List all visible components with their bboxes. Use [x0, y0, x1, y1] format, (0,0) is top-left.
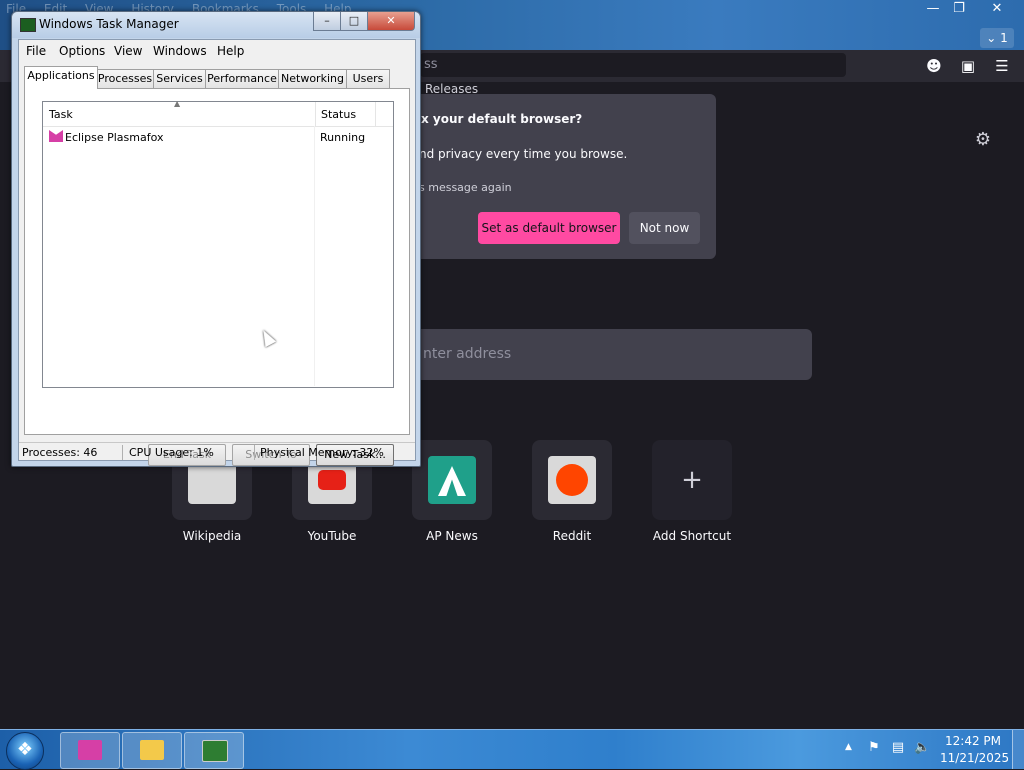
maximize-button[interactable]: □: [340, 12, 368, 31]
minimize-button[interactable]: –: [313, 12, 341, 31]
task-manager-window: Windows Task Manager – □ ✕ File Options …: [11, 11, 421, 467]
minimize-icon: –: [324, 14, 330, 27]
status-processes: Processes: 46: [22, 446, 98, 459]
task-manager-icon: [202, 740, 228, 762]
tab-count: 1: [1000, 31, 1008, 45]
shortcut-label: YouTube: [307, 529, 357, 543]
status-memory: Physical Memory: 32%: [260, 446, 384, 459]
task-manager-icon: [20, 18, 36, 32]
shortcut-reddit[interactable]: Reddit: [532, 440, 612, 543]
taskbar: ❖ ▲ ⚑ ▤ 🔈 12:42 PM 11/21/2025: [0, 729, 1024, 770]
volume-muted-icon[interactable]: 🔈: [914, 740, 930, 756]
column-header-status[interactable]: Status: [315, 102, 381, 126]
applications-panel: ▲ Task Status Eclipse Plasmafox Running …: [24, 88, 410, 466]
tab-list-button[interactable]: ⌄ 1: [980, 28, 1014, 48]
menu-file[interactable]: File: [26, 44, 46, 58]
shortcut-add[interactable]: + Add Shortcut: [652, 440, 732, 543]
close-icon: ✕: [386, 14, 396, 27]
browser-minimize-button[interactable]: —: [920, 0, 946, 18]
search-placeholder: nter address: [423, 346, 512, 362]
column-divider: [314, 126, 315, 386]
plasmafox-icon: [49, 130, 63, 142]
shortcut-label: Reddit: [552, 529, 592, 543]
plus-icon: +: [681, 465, 703, 495]
windows-logo-icon: ❖: [16, 739, 34, 760]
menu-windows[interactable]: Windows: [153, 44, 207, 58]
shortcut-ap-news[interactable]: AP News: [412, 440, 492, 543]
search-input[interactable]: nter address: [415, 329, 812, 380]
task-name: Eclipse Plasmafox: [65, 131, 164, 144]
menu-view[interactable]: View: [114, 44, 142, 58]
browser-restore-button[interactable]: ❐: [946, 0, 972, 18]
network-icon[interactable]: ▤: [890, 740, 906, 756]
menu-options[interactable]: Options: [59, 44, 105, 58]
prompt-checkbox-label[interactable]: s message again: [419, 181, 512, 194]
status-cpu: CPU Usage: 1%: [129, 446, 214, 459]
not-now-button[interactable]: Not now: [629, 212, 700, 244]
status-separator: [122, 445, 123, 460]
account-icon[interactable]: ☻: [923, 55, 945, 77]
tab-users[interactable]: Users: [346, 69, 390, 88]
task-manager-client: File Options View Windows Help Applicati…: [18, 39, 416, 466]
column-divider: [375, 102, 376, 126]
tab-applications[interactable]: Applications: [24, 66, 98, 89]
show-desktop-button[interactable]: [1012, 730, 1024, 769]
taskbar-plasmafox[interactable]: [60, 732, 120, 769]
window-title: Windows Task Manager: [39, 17, 179, 31]
task-list[interactable]: ▲ Task Status Eclipse Plasmafox Running: [42, 99, 394, 388]
shortcut-label: Wikipedia: [182, 529, 242, 543]
task-manager-titlebar[interactable]: Windows Task Manager – □ ✕: [12, 12, 420, 38]
browser-close-button[interactable]: ✕: [984, 0, 1010, 18]
url-bar-placeholder: ss: [424, 57, 438, 72]
gear-icon[interactable]: ⚙: [972, 129, 994, 151]
tab-services[interactable]: Services: [153, 69, 206, 88]
menu-icon[interactable]: ☰: [991, 55, 1013, 77]
shortcut-label: AP News: [426, 529, 478, 543]
close-button[interactable]: ✕: [367, 12, 415, 31]
url-bar[interactable]: ss: [420, 53, 846, 77]
taskbar-explorer[interactable]: [122, 732, 182, 769]
task-status: Running: [320, 131, 366, 144]
tab-processes[interactable]: Processes: [96, 69, 154, 88]
table-row[interactable]: Eclipse Plasmafox Running: [43, 128, 393, 146]
plasmafox-icon: [78, 740, 102, 760]
folder-icon: [140, 740, 164, 760]
prompt-heading: x your default browser?: [421, 112, 583, 126]
prompt-body: nd privacy every time you browse.: [419, 147, 628, 161]
column-header-task[interactable]: Task: [49, 102, 313, 126]
tab-networking[interactable]: Networking: [278, 69, 347, 88]
shortcut-label: Add Shortcut: [652, 529, 732, 543]
start-button[interactable]: ❖: [6, 732, 44, 770]
set-default-browser-button[interactable]: Set as default browser: [478, 212, 620, 244]
tab-performance[interactable]: Performance: [205, 69, 279, 88]
clock-time[interactable]: 12:42 PM: [940, 734, 1006, 748]
status-bar: Processes: 46 CPU Usage: 1% Physical Mem…: [19, 442, 415, 461]
close-icon: ✕: [991, 1, 1003, 16]
reddit-icon: [548, 456, 596, 504]
minimize-icon: —: [926, 1, 940, 16]
maximize-icon: □: [348, 14, 360, 27]
action-center-icon[interactable]: ⚑: [866, 740, 882, 756]
clock-date[interactable]: 11/21/2025: [940, 751, 1009, 765]
show-hidden-icons[interactable]: ▲: [845, 742, 852, 752]
menu-help[interactable]: Help: [217, 44, 244, 58]
default-browser-prompt: x your default browser? nd privacy every…: [415, 94, 716, 259]
menubar: File Options View Windows Help: [19, 40, 415, 61]
restore-icon: ❐: [953, 1, 965, 16]
extensions-icon[interactable]: ▣: [957, 55, 979, 77]
task-list-header: ▲ Task Status: [43, 99, 393, 127]
chevron-down-icon: ⌄: [986, 31, 997, 45]
ap-news-icon: [428, 456, 476, 504]
status-separator: [254, 445, 255, 460]
taskbar-task-manager[interactable]: [184, 732, 244, 769]
